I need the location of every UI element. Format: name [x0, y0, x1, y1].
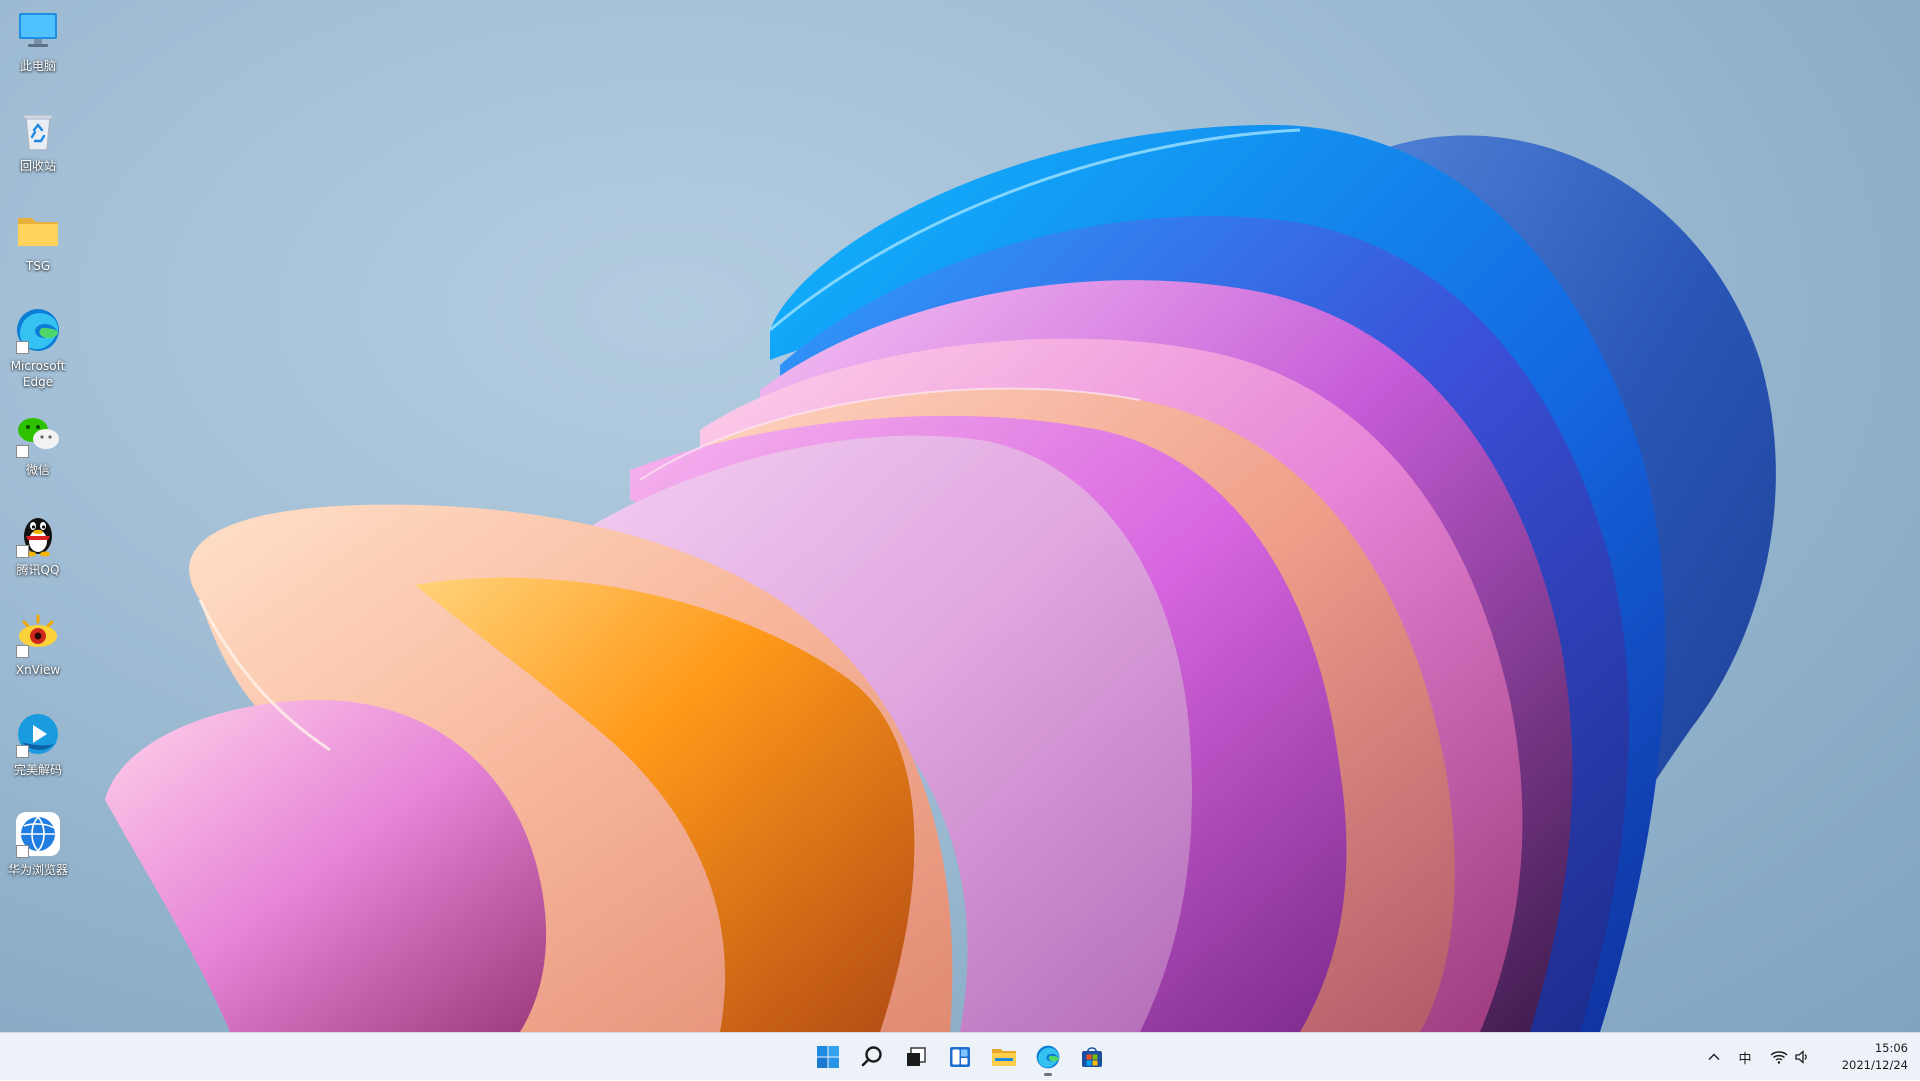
shortcut-arrow-icon: [16, 545, 29, 558]
widgets-icon: [950, 1047, 970, 1067]
folder-icon: [14, 206, 62, 254]
task-view-button[interactable]: [896, 1037, 936, 1077]
shortcut-arrow-icon: [16, 341, 29, 354]
clock-button[interactable]: 15:06 2021/12/24: [1820, 1040, 1920, 1074]
running-indicator: [1044, 1073, 1052, 1076]
wallpaper-bloom: [105, 124, 1776, 1032]
widgets-button[interactable]: [940, 1037, 980, 1077]
shortcut-arrow-icon: [16, 445, 29, 458]
microsoft-store-button[interactable]: [1072, 1037, 1112, 1077]
potplayer-icon: [14, 710, 62, 758]
edge-taskbar-button[interactable]: [1028, 1037, 1068, 1077]
desktop-icon-label: 完美解码: [13, 763, 62, 777]
desktop-icon-label: TSG: [25, 259, 51, 273]
speaker-icon: [1795, 1050, 1807, 1064]
file-explorer-icon: [992, 1049, 1016, 1066]
desktop-icon-label: 微信: [25, 463, 50, 477]
input-method-indicator[interactable]: 中: [1730, 1037, 1760, 1077]
microsoft-store-icon: [1082, 1047, 1102, 1067]
desktop-icon-this-pc[interactable]: 此电脑: [0, 0, 76, 96]
wifi-icon: [1770, 1051, 1788, 1064]
computer-icon: [14, 6, 62, 54]
desktop-icon-label: 回收站: [19, 159, 56, 173]
task-view-icon: [907, 1047, 926, 1066]
file-explorer-button[interactable]: [984, 1037, 1024, 1077]
desktop-icon-label: 华为浏览器: [7, 863, 68, 877]
shortcut-arrow-icon: [16, 845, 29, 858]
system-tray: 中 15:06 2021/12/24: [1698, 1033, 1920, 1081]
clock-time: 15:06: [1874, 1041, 1908, 1055]
show-hidden-icons-button[interactable]: [1698, 1037, 1730, 1077]
desktop-icon-huawei-browser[interactable]: 华为浏览器: [0, 804, 76, 900]
desktop-icon-edge[interactable]: Microsoft Edge: [0, 300, 76, 400]
recycle-bin-icon: [14, 106, 62, 154]
desktop-icon-recycle-bin[interactable]: 回收站: [0, 100, 76, 196]
shortcut-arrow-icon: [16, 745, 29, 758]
desktop-icon-xnview[interactable]: XnView: [0, 604, 76, 700]
network-volume-button[interactable]: [1760, 1037, 1820, 1077]
desktop-icon-label: 此电脑: [19, 59, 56, 73]
search-button[interactable]: [852, 1037, 892, 1077]
start-button[interactable]: [808, 1037, 848, 1077]
desktop-icon-qq[interactable]: 腾讯QQ: [0, 504, 76, 600]
clock-date: 2021/12/24: [1841, 1058, 1908, 1072]
desktop-icon-label: 腾讯QQ: [16, 563, 60, 577]
shortcut-arrow-icon: [16, 645, 29, 658]
desktop-icon-label: XnView: [15, 663, 61, 677]
desktop-icon-potplayer[interactable]: 完美解码: [0, 704, 76, 800]
windows-start-icon: [817, 1046, 839, 1068]
edge-icon: [14, 306, 62, 354]
edge-icon: [1036, 1045, 1060, 1069]
desktop-icon-wechat[interactable]: 微信: [0, 404, 76, 500]
desktop-icon-label: Microsoft Edge: [10, 359, 66, 389]
wechat-icon: [14, 410, 62, 458]
search-icon: [861, 1046, 882, 1067]
desktop[interactable]: 此电脑 回收站 TSG Microsoft Edge 微信 腾讯QQ XnVie…: [0, 0, 1920, 1032]
huawei-browser-icon: [14, 810, 62, 858]
qq-icon: [14, 510, 62, 558]
taskbar-pinned-apps: [808, 1033, 1112, 1081]
taskbar: 中 15:06 2021/12/24: [0, 1032, 1920, 1080]
xnview-icon: [14, 610, 62, 658]
desktop-icon-tsg-folder[interactable]: TSG: [0, 200, 76, 296]
chevron-up-icon: [1708, 1053, 1720, 1060]
